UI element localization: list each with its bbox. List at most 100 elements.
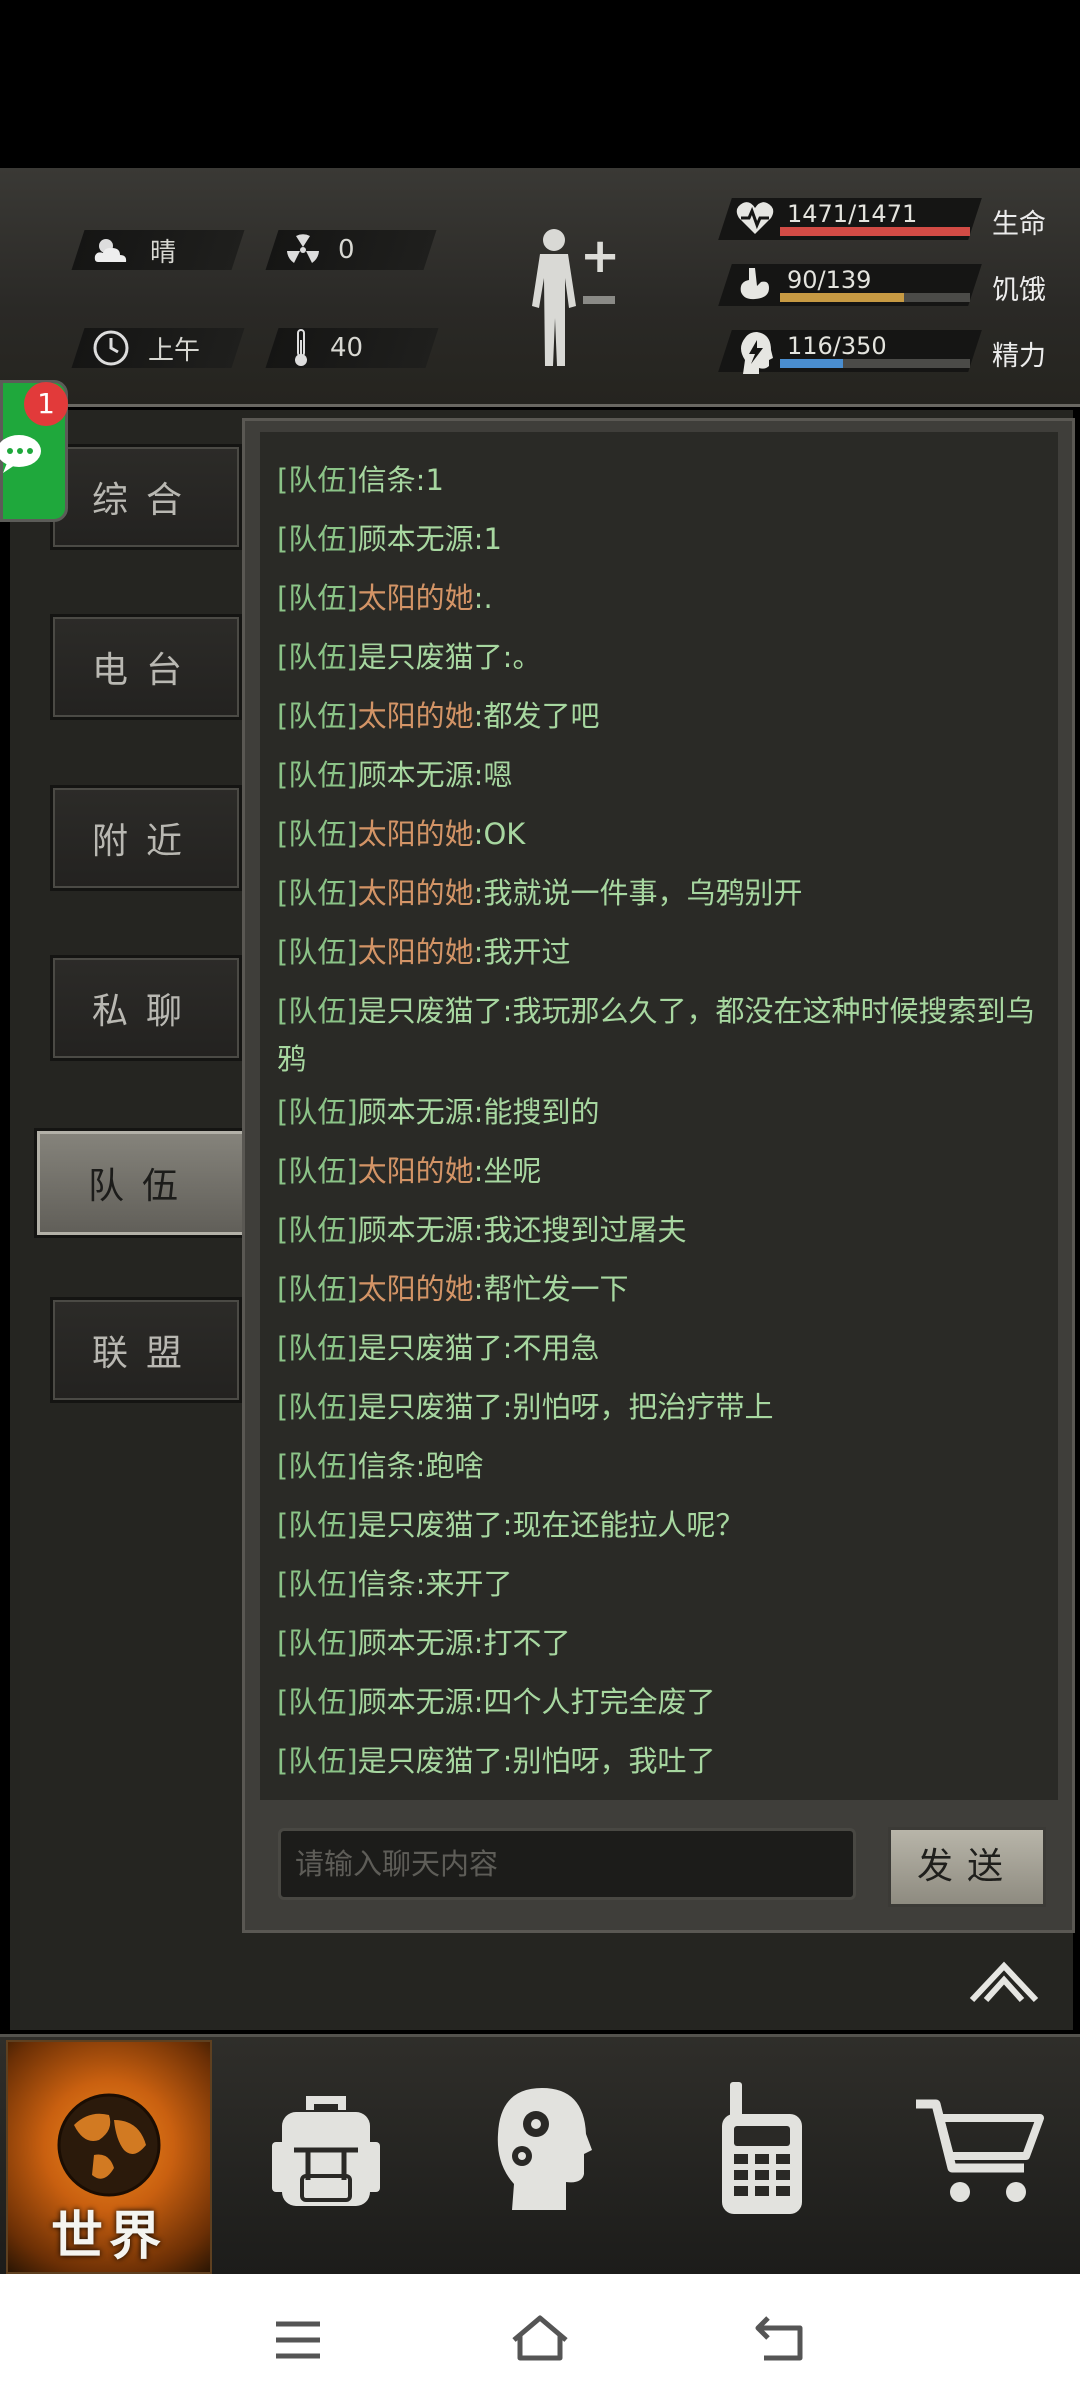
message-text: 我就说一件事，乌鸦别开	[483, 876, 803, 910]
message-text: 来开了	[425, 1567, 513, 1601]
radiation-chip: 0	[265, 230, 437, 270]
message-channel: [队伍]	[277, 640, 358, 674]
weather-sun-cloud-icon	[94, 239, 127, 262]
chat-message: [队伍]顾本无源:嗯	[277, 751, 1057, 799]
message-text: 1	[483, 522, 502, 556]
chat-message: [队伍]太阳的她:都发了吧	[277, 692, 1057, 740]
message-separator: :	[415, 1567, 426, 1601]
chat-message: [队伍]太阳的她:帮忙发一下	[277, 1265, 1057, 1313]
message-sender: 顾本无源	[357, 522, 474, 556]
backpack-icon[interactable]	[268, 2090, 384, 2210]
chat-message: [队伍]太阳的她:.	[277, 574, 1057, 622]
message-sender: 是只废猫了	[357, 1331, 503, 1365]
chat-message: [队伍]信条:1	[277, 456, 1057, 504]
message-separator: :	[473, 1685, 484, 1719]
tab-radio[interactable]: 电台	[50, 614, 242, 720]
message-channel: [队伍]	[277, 1154, 358, 1188]
chat-message: [队伍]是只废猫了:不用急	[277, 1324, 1057, 1372]
tab-label: 综合	[91, 480, 200, 521]
hunger-label: 饥饿	[992, 275, 1046, 306]
message-text: 现在还能拉人呢？	[512, 1508, 745, 1542]
chat-message: [队伍]太阳的她:OK	[277, 810, 1057, 858]
message-separator: :	[502, 1744, 513, 1778]
life-label: 生命	[992, 209, 1046, 240]
tab-alliance[interactable]: 联盟	[50, 1297, 242, 1403]
weather-text: 晴	[150, 237, 177, 268]
message-channel: [队伍]	[277, 1390, 358, 1424]
message-text: 都发了吧	[483, 699, 600, 733]
chat-message: [队伍]信条:来开了	[277, 1560, 1057, 1608]
message-channel: [队伍]	[277, 1213, 358, 1247]
message-text: 打不了	[483, 1626, 571, 1660]
time-chip: 上午	[71, 328, 245, 368]
message-channel: [队伍]	[277, 994, 358, 1028]
world-nav-button[interactable]: 世界	[6, 2040, 212, 2274]
tab-nearby[interactable]: 附近	[50, 785, 242, 891]
energy-bar: 116/350 精力	[718, 326, 1055, 374]
chat-message-list[interactable]: [队伍]信条:1 [队伍]顾本无源:1 [队伍]太阳的她:. [队伍]是只废猫了:。[…	[260, 432, 1058, 1800]
world-label: 世界	[50, 2207, 167, 2267]
tab-comprehensive[interactable]: 综合	[50, 444, 242, 550]
thermometer-icon	[295, 329, 307, 366]
message-separator: :	[473, 758, 484, 792]
hunger-value: 90/139	[787, 266, 872, 294]
message-sender: 是只废猫了	[357, 1508, 503, 1542]
temperature-chip: 40	[265, 328, 439, 368]
message-separator: :	[473, 1095, 484, 1129]
message-separator: :	[473, 935, 484, 969]
message-channel: [队伍]	[277, 699, 358, 733]
home-icon[interactable]	[510, 2314, 570, 2362]
clock-icon	[93, 330, 129, 366]
message-channel: [队伍]	[277, 581, 358, 615]
message-sender: 信条	[357, 1449, 416, 1483]
chat-message: [队伍]是只废猫了:。	[277, 633, 1057, 681]
back-icon[interactable]	[754, 2314, 804, 2362]
collapse-chevron-up-icon[interactable]	[968, 1960, 1040, 2004]
message-separator: :	[473, 699, 484, 733]
message-text: 。	[512, 640, 542, 674]
energy-value: 116/350	[787, 332, 887, 360]
message-channel: [队伍]	[277, 935, 358, 969]
message-sender: 顾本无源	[357, 1685, 474, 1719]
walkie-talkie-icon[interactable]	[716, 2080, 808, 2220]
message-channel: [队伍]	[277, 522, 358, 556]
life-bar: 1471/1471 生命	[718, 194, 1055, 242]
message-separator: :	[502, 994, 513, 1028]
message-sender: 信条	[357, 463, 416, 497]
message-text: 嗯	[483, 758, 513, 792]
energy-label: 精力	[992, 341, 1046, 372]
message-separator: :	[473, 817, 484, 851]
temperature-value: 40	[330, 333, 364, 363]
energy-head-icon	[741, 332, 773, 374]
message-separator: :	[473, 1626, 484, 1660]
shopping-cart-icon[interactable]	[912, 2096, 1046, 2208]
time-of-day-text: 上午	[148, 335, 201, 366]
chat-message: [队伍]顾本无源:1	[277, 515, 1057, 563]
chat-input[interactable]: 请输入聊天内容	[278, 1828, 856, 1900]
message-channel: [队伍]	[277, 1567, 358, 1601]
minus-icon[interactable]	[583, 296, 615, 304]
chat-message: [队伍]信条:跑啥	[277, 1442, 1057, 1490]
message-channel: [队伍]	[277, 1272, 358, 1306]
message-text: 1	[425, 463, 444, 497]
plus-icon[interactable]: +	[580, 228, 620, 284]
send-button[interactable]: 发送	[888, 1827, 1046, 1907]
message-separator: :	[415, 1449, 426, 1483]
chat-message: [队伍]太阳的她:我就说一件事，乌鸦别开	[277, 869, 1057, 917]
message-separator: :	[473, 1272, 484, 1306]
tab-private[interactable]: 私聊	[50, 955, 242, 1061]
tab-team[interactable]: 队伍	[34, 1128, 250, 1238]
message-sender: 太阳的她	[357, 876, 474, 910]
message-text: 别怕呀，把治疗带上	[512, 1390, 774, 1424]
chat-message: [队伍]太阳的她:坐呢	[277, 1147, 1057, 1195]
message-text: 跑啥	[425, 1449, 484, 1483]
message-sender: 太阳的她	[357, 1154, 474, 1188]
chat-message: [队伍]是只废猫了:别怕呀，我吐了	[277, 1737, 1057, 1785]
tab-label: 电台	[91, 650, 200, 691]
message-text: 帮忙发一下	[483, 1272, 629, 1306]
skills-head-gear-icon[interactable]	[492, 2084, 592, 2214]
chat-input-placeholder: 请输入聊天内容	[295, 1847, 499, 1881]
message-sender: 太阳的她	[357, 1272, 474, 1306]
menu-icon[interactable]	[274, 2320, 322, 2360]
message-separator: :	[502, 1508, 513, 1542]
